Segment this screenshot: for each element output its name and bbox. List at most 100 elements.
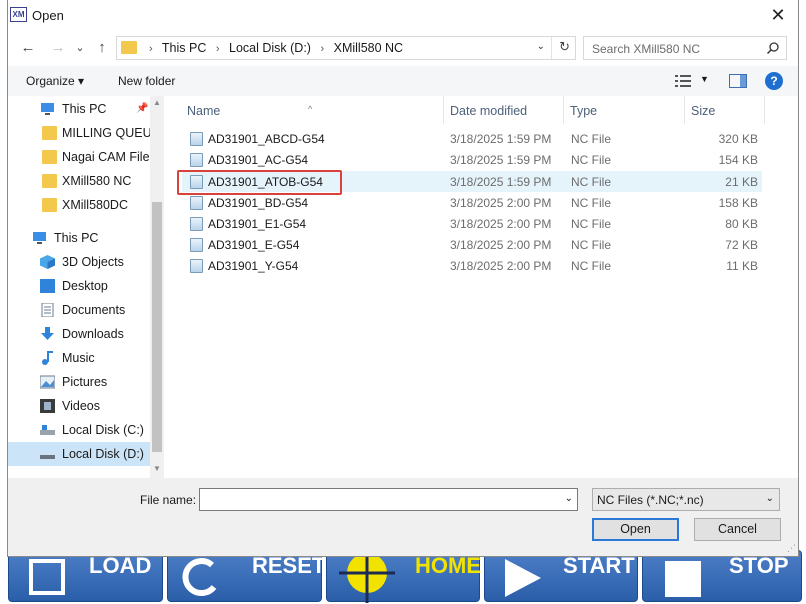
sidebar-item-this-pc-quick[interactable]: This PC 📌: [8, 97, 150, 121]
load-icon: [29, 559, 65, 595]
resize-grip-icon[interactable]: ⋰: [787, 543, 796, 554]
sidebar-item-3d-objects[interactable]: 3D Objects: [8, 250, 150, 274]
file-list: ^ Name Date modified Type Size AD31901_A…: [168, 96, 798, 478]
column-divider[interactable]: [443, 96, 444, 124]
file-date: 3/18/2025 1:59 PM: [450, 175, 552, 189]
view-chevron-down-icon[interactable]: ▼: [700, 74, 709, 84]
stop-icon: [665, 561, 701, 597]
navigation-pane-scrollbar[interactable]: ▲ ▼: [150, 96, 164, 478]
scroll-up-icon[interactable]: ▲: [153, 98, 161, 107]
column-header-name[interactable]: Name: [187, 104, 220, 118]
sidebar-item-label: XMill580 NC: [62, 174, 132, 188]
sidebar-item-music[interactable]: Music: [8, 346, 150, 370]
address-bar[interactable]: › This PC › Local Disk (D:) › XMill580 N…: [116, 36, 576, 60]
sidebar-item-local-disk-c[interactable]: Local Disk (C:): [8, 418, 150, 442]
file-type: NC File: [571, 238, 612, 252]
preview-pane-icon[interactable]: [729, 74, 747, 88]
file-date: 3/18/2025 2:00 PM: [450, 238, 552, 252]
help-icon[interactable]: ?: [765, 72, 783, 90]
search-icon[interactable]: [766, 41, 780, 55]
sidebar-item-xmill580-nc[interactable]: XMill580 NC: [8, 169, 150, 193]
sidebar-item-label: Videos: [62, 399, 100, 413]
sidebar-item-label: This PC: [54, 231, 99, 245]
organize-button[interactable]: Organize ▾: [26, 74, 84, 88]
up-arrow-icon[interactable]: ↑: [92, 38, 112, 58]
file-row[interactable]: AD31901_BD-G54 3/18/2025 2:00 PM NC File…: [182, 192, 762, 213]
new-folder-button[interactable]: New folder: [118, 74, 175, 88]
start-button[interactable]: START: [484, 550, 638, 602]
breadcrumb-xmill580-nc[interactable]: XMill580 NC: [334, 41, 403, 55]
load-button[interactable]: LOAD: [8, 550, 163, 602]
search-box[interactable]: Search XMill580 NC: [583, 36, 787, 60]
navigation-pane: This PC 📌 MILLING QUEUE Nagai CAM Files …: [8, 96, 164, 478]
file-row[interactable]: AD31901_ABCD-G54 3/18/2025 1:59 PM NC Fi…: [182, 128, 762, 149]
sidebar-item-label: Local Disk (C:): [62, 423, 144, 437]
sidebar-item-milling-queue[interactable]: MILLING QUEUE: [8, 121, 160, 145]
scrollbar-thumb[interactable]: [152, 202, 162, 452]
breadcrumb-separator: ›: [215, 43, 220, 55]
refresh-icon[interactable]: ↻: [559, 39, 570, 55]
drive-icon: [40, 455, 55, 459]
pin-icon[interactable]: 📌: [136, 103, 148, 114]
nc-file-icon: [190, 132, 203, 146]
file-row[interactable]: AD31901_E1-G54 3/18/2025 2:00 PM NC File…: [182, 213, 762, 234]
scroll-down-icon[interactable]: ▼: [153, 464, 161, 473]
folder-icon: [121, 41, 137, 54]
recent-locations-chevron-icon[interactable]: ⌄: [70, 38, 90, 58]
breadcrumb-separator: ›: [320, 43, 325, 55]
back-arrow-icon[interactable]: ←: [18, 38, 38, 58]
file-date: 3/18/2025 2:00 PM: [450, 196, 552, 210]
desktop-icon: [40, 279, 55, 293]
column-header-date[interactable]: Date modified: [450, 104, 527, 118]
file-date: 3/18/2025 2:00 PM: [450, 259, 552, 273]
column-header-row: ^ Name Date modified Type Size: [168, 96, 798, 124]
stop-button[interactable]: STOP: [642, 550, 802, 602]
sidebar-item-pictures[interactable]: Pictures: [8, 370, 150, 394]
sidebar-item-label: Local Disk (D:): [62, 447, 144, 461]
reset-button[interactable]: RESET: [167, 550, 325, 602]
column-divider[interactable]: [684, 96, 685, 124]
sidebar-item-downloads[interactable]: Downloads: [8, 322, 150, 346]
sidebar-item-label: Desktop: [62, 279, 108, 293]
nc-file-icon: [190, 153, 203, 167]
sidebar-item-local-disk-d[interactable]: Local Disk (D:): [8, 442, 150, 466]
open-button[interactable]: Open: [592, 518, 679, 541]
breadcrumb-local-disk-d[interactable]: Local Disk (D:): [229, 41, 311, 55]
column-header-size[interactable]: Size: [691, 104, 715, 118]
cancel-button[interactable]: Cancel: [694, 518, 781, 541]
sidebar-item-desktop[interactable]: Desktop: [8, 274, 150, 298]
chevron-down-icon[interactable]: ⌄: [537, 41, 545, 52]
sidebar-item-xmill580dc[interactable]: XMill580DC: [8, 193, 150, 217]
file-name: AD31901_BD-G54: [208, 196, 309, 210]
file-name-input[interactable]: ⌄: [199, 488, 578, 511]
file-type-filter[interactable]: NC Files (*.NC;*.nc) ⌄: [592, 488, 780, 511]
search-input[interactable]: Search XMill580 NC: [592, 42, 700, 56]
column-divider[interactable]: [764, 96, 765, 124]
column-header-type[interactable]: Type: [570, 104, 597, 118]
view-options-icon[interactable]: [675, 74, 691, 88]
close-icon[interactable]: ✕: [764, 2, 792, 28]
sidebar-item-this-pc[interactable]: This PC: [8, 226, 150, 250]
column-divider[interactable]: [563, 96, 564, 124]
file-name: AD31901_E1-G54: [208, 217, 307, 231]
breadcrumb-this-pc[interactable]: This PC: [162, 41, 206, 55]
file-row[interactable]: AD31901_E-G54 3/18/2025 2:00 PM NC File …: [182, 234, 762, 255]
cube-icon: [40, 255, 55, 269]
sidebar-item-videos[interactable]: Videos: [8, 394, 150, 418]
file-row[interactable]: AD31901_AC-G54 3/18/2025 1:59 PM NC File…: [182, 149, 762, 170]
video-icon: [40, 399, 55, 413]
file-row[interactable]: AD31901_Y-G54 3/18/2025 2:00 PM NC File …: [182, 255, 762, 276]
folder-icon: [42, 198, 57, 212]
sidebar-item-documents[interactable]: Documents: [8, 298, 150, 322]
forward-arrow-icon[interactable]: →: [48, 38, 68, 58]
sidebar-item-label: Music: [62, 351, 95, 365]
chevron-down-icon[interactable]: ⌄: [766, 493, 774, 504]
monitor-icon: [33, 232, 46, 244]
monitor-icon: [41, 103, 54, 115]
file-name-label: File name:: [140, 493, 197, 507]
file-size: 158 KB: [718, 196, 758, 210]
sidebar-item-nagai-cam-files[interactable]: Nagai CAM Files: [8, 145, 156, 169]
chevron-down-icon[interactable]: ⌄: [565, 493, 573, 504]
home-icon: [339, 551, 395, 603]
home-button[interactable]: HOME: [326, 550, 481, 603]
